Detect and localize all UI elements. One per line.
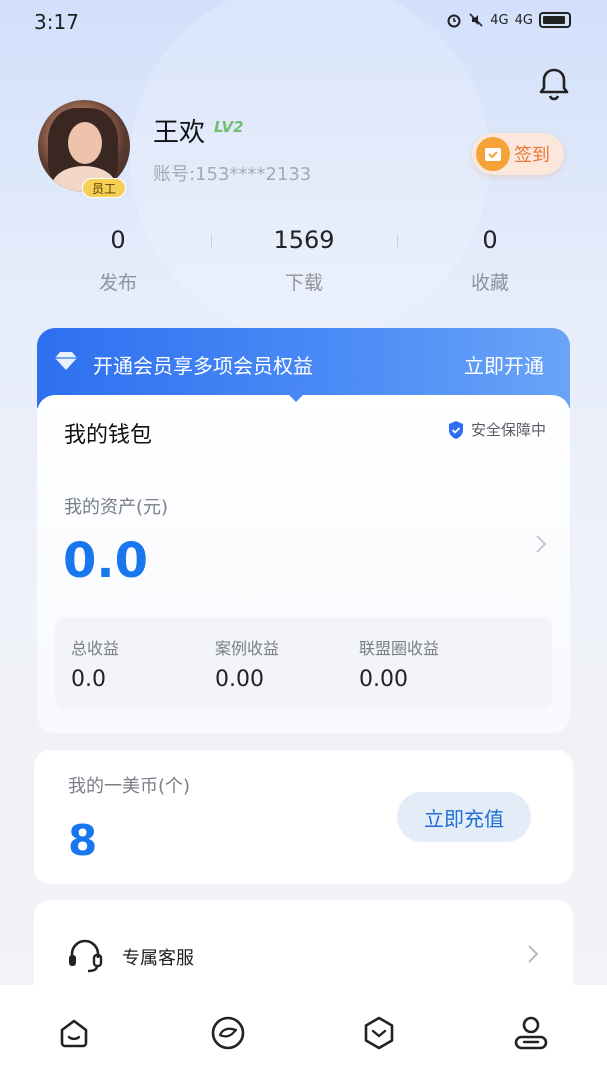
earning-case[interactable]: 案例收益 0.00 <box>215 635 279 692</box>
box-icon <box>364 1016 394 1050</box>
signal-4g-icon: 4G <box>514 12 533 28</box>
earning-value: 0.00 <box>359 667 408 692</box>
staff-badge: 员工 <box>82 178 126 198</box>
account-number: 账号:153****2133 <box>153 164 312 185</box>
earning-value: 0.00 <box>215 667 264 692</box>
stat-label: 收藏 <box>470 272 509 294</box>
shield-check-icon <box>448 420 463 439</box>
earning-label: 联盟圈收益 <box>359 639 440 658</box>
service-label: 专属客服 <box>122 948 194 969</box>
headset-icon <box>69 939 103 973</box>
assets-label: 我的资产(元) <box>64 497 169 518</box>
divider <box>397 234 398 248</box>
bottom-navigation <box>0 985 607 1080</box>
coin-label: 我的一美币(个) <box>68 776 191 797</box>
security-status: 安全保障中 <box>447 419 546 440</box>
status-bar: 3:17 4G 4G <box>0 0 607 44</box>
stat-downloads[interactable]: 1569 下载 <box>244 226 364 295</box>
membership-text: 开通会员享多项会员权益 <box>93 354 313 378</box>
status-time: 3:17 <box>34 10 79 34</box>
calendar-check-icon <box>476 137 510 171</box>
stat-label: 下载 <box>284 272 323 294</box>
notification-bell-icon[interactable] <box>534 62 574 106</box>
recharge-button[interactable]: 立即充值 <box>397 792 531 842</box>
nav-home[interactable] <box>52 1011 96 1055</box>
earnings-summary: 总收益 0.0 案例收益 0.00 联盟圈收益 0.00 <box>55 617 552 709</box>
wallet-title: 我的钱包 <box>64 423 153 448</box>
earning-value: 0.0 <box>71 667 106 692</box>
coin-value: 8 <box>68 816 98 865</box>
earning-label: 总收益 <box>71 639 120 658</box>
stat-posts[interactable]: 0 发布 <box>58 226 178 295</box>
level-badge: LV2 <box>214 118 244 136</box>
vip-crown-icon <box>55 352 77 370</box>
stat-value: 1569 <box>273 226 335 254</box>
chevron-right-icon <box>528 945 539 963</box>
profile-icon <box>514 1016 548 1050</box>
signal-4g-icon: 4G <box>490 12 509 28</box>
stat-value: 0 <box>110 226 126 254</box>
alarm-icon <box>447 14 461 28</box>
mute-icon <box>469 13 483 27</box>
battery-icon <box>539 12 571 28</box>
avatar[interactable]: 员工 <box>38 100 130 198</box>
status-icons: 4G 4G <box>446 12 571 28</box>
nav-profile[interactable] <box>509 1011 553 1055</box>
divider <box>211 234 212 248</box>
stat-favorites[interactable]: 0 收藏 <box>430 226 550 295</box>
nav-discover[interactable] <box>206 1011 250 1055</box>
earning-label: 案例收益 <box>215 639 280 658</box>
stat-label: 发布 <box>98 272 137 294</box>
open-membership-button[interactable]: 立即开通 <box>464 350 544 379</box>
secure-label: 安全保障中 <box>470 421 546 439</box>
assets-value[interactable]: 0.0 <box>63 533 148 589</box>
discover-icon <box>211 1016 245 1050</box>
checkin-label: 签到 <box>514 145 550 166</box>
nav-box[interactable] <box>357 1011 401 1055</box>
chevron-right-icon[interactable] <box>534 533 548 555</box>
coin-card: 我的一美币(个) 8 立即充值 <box>34 750 573 884</box>
user-name: 王欢 <box>153 118 206 148</box>
earning-alliance[interactable]: 联盟圈收益 0.00 <box>359 635 439 692</box>
home-icon <box>60 1019 88 1048</box>
wallet-card: 我的钱包 安全保障中 我的资产(元) 0.0 总收益 0.0 案例收益 0.00… <box>37 395 570 733</box>
stat-value: 0 <box>482 226 498 254</box>
banner-pointer <box>282 388 310 402</box>
earning-total[interactable]: 总收益 0.0 <box>71 635 119 692</box>
checkin-button[interactable]: 签到 <box>472 133 564 175</box>
